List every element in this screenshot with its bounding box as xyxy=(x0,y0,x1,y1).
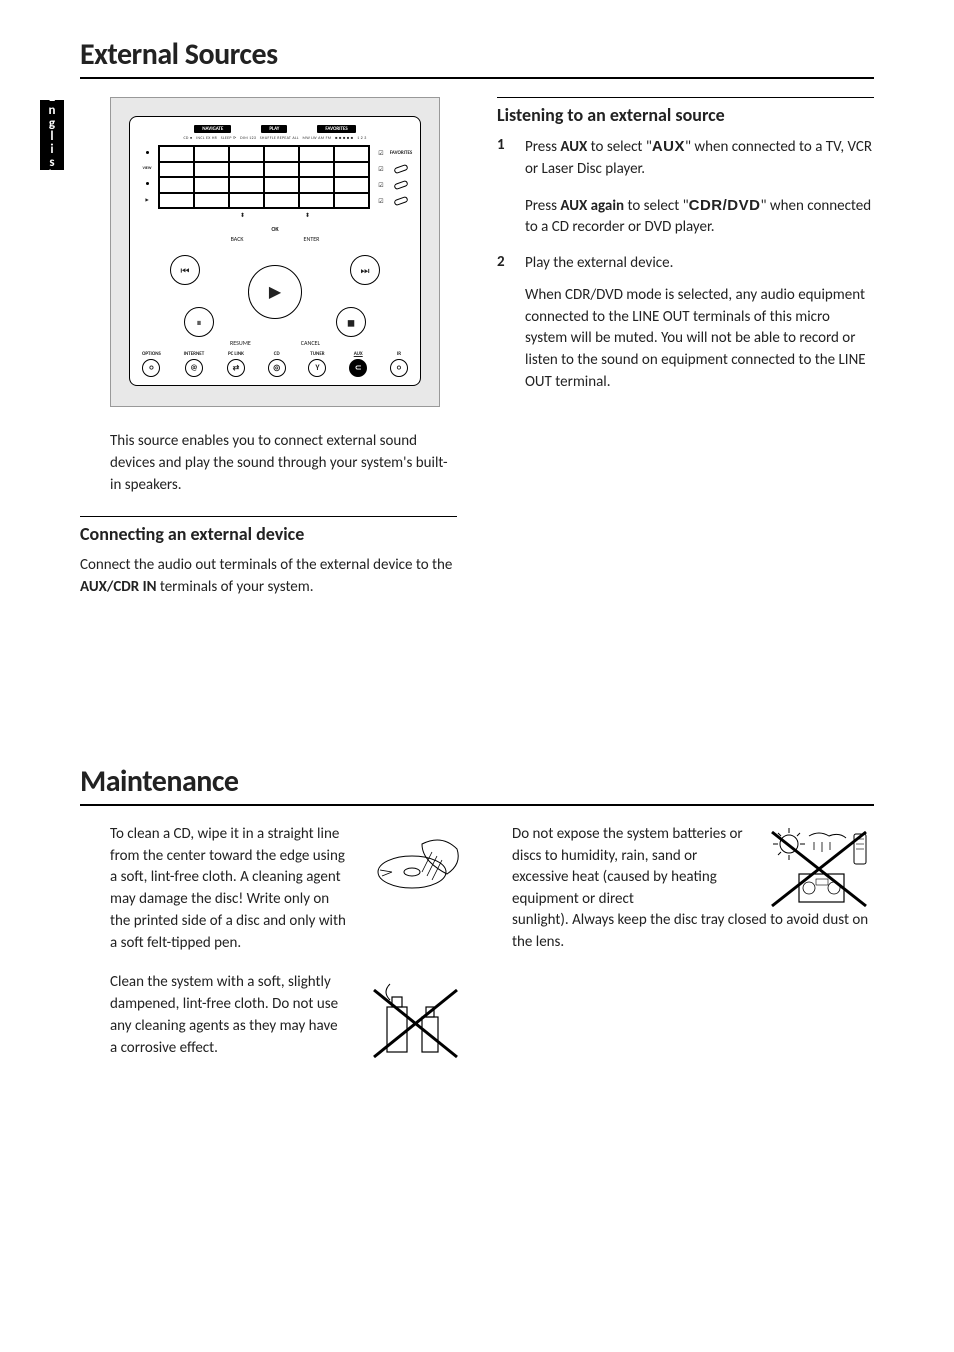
step-1: 1 Press AUX to select "AUX" when connect… xyxy=(497,136,874,239)
step-number: 2 xyxy=(497,253,513,394)
maintenance-item-cd: To clean a CD, wipe it in a straight lin… xyxy=(110,824,472,955)
panel-transport-controls: ⏮ ▶ ⏭ ⏸ ◼ xyxy=(140,247,410,337)
cd-icon: ◎ xyxy=(268,359,286,377)
stop-icon: ◼ xyxy=(336,307,366,337)
pclink-icon: ⇄ xyxy=(227,359,245,377)
step-number: 1 xyxy=(497,136,513,239)
section-title-maintenance: Maintenance xyxy=(80,763,874,806)
tuner-icon: Y xyxy=(308,359,326,377)
panel-ok-label: OK xyxy=(140,225,410,233)
panel-display-grid xyxy=(158,145,370,209)
device-panel-illustration: NAVIGATE PLAY FAVORITES CD ● INCL EX HR … xyxy=(110,97,440,407)
panel-status-row: CD ● INCL EX HR SLEEP ⟳ DIM 123 SHUFFLE … xyxy=(140,135,410,141)
subheading-listening: Listening to an external source xyxy=(497,97,874,126)
connect-paragraph: Connect the audio out terminals of the e… xyxy=(80,555,457,599)
panel-source-row: OPTIONS○ INTERNET@ PC LINK⇄ CD◎ TUNERY A… xyxy=(140,351,410,377)
panel-head-navigate: NAVIGATE xyxy=(194,125,231,133)
maintenance-item-system: Clean the system with a soft, slightly d… xyxy=(110,972,472,1068)
no-heat-humidity-icon xyxy=(764,824,874,914)
panel-back-label: BACK xyxy=(231,235,244,243)
play-icon: ▶ xyxy=(248,265,302,319)
panel-checkboxes: ☑☑☑☑ xyxy=(374,145,388,209)
panel-resume-label: RESUME xyxy=(230,339,251,347)
aux-icon: ⊂ xyxy=(349,359,367,377)
internet-icon: @ xyxy=(185,359,203,377)
panel-head-favorites: FAVORITES xyxy=(317,125,355,133)
next-icon: ⏭ xyxy=(350,255,380,285)
section-title-external-sources: External Sources xyxy=(80,36,874,79)
prev-icon: ⏮ xyxy=(170,255,200,285)
language-tab: English xyxy=(40,100,64,170)
no-cleaning-agents-icon xyxy=(362,972,472,1068)
panel-view-label: VIEW xyxy=(142,166,151,171)
wipe-cd-icon xyxy=(362,824,472,920)
panel-cancel-label: CANCEL xyxy=(301,339,320,347)
pause-icon: ⏸ xyxy=(184,307,214,337)
options-icon: ○ xyxy=(142,359,160,377)
subheading-connecting: Connecting an external device xyxy=(80,516,457,545)
ir-icon: ○ xyxy=(390,359,408,377)
panel-head-play: PLAY xyxy=(261,125,287,133)
panel-edit-icons: FAVORITES xyxy=(392,145,410,209)
maintenance-item-environment: Do not expose the system batteries or di… xyxy=(512,824,874,954)
intro-paragraph: This source enables you to connect exter… xyxy=(110,431,457,496)
panel-enter-label: ENTER xyxy=(304,235,320,243)
step-2: 2 Play the external device. When CDR/DVD… xyxy=(497,253,874,394)
